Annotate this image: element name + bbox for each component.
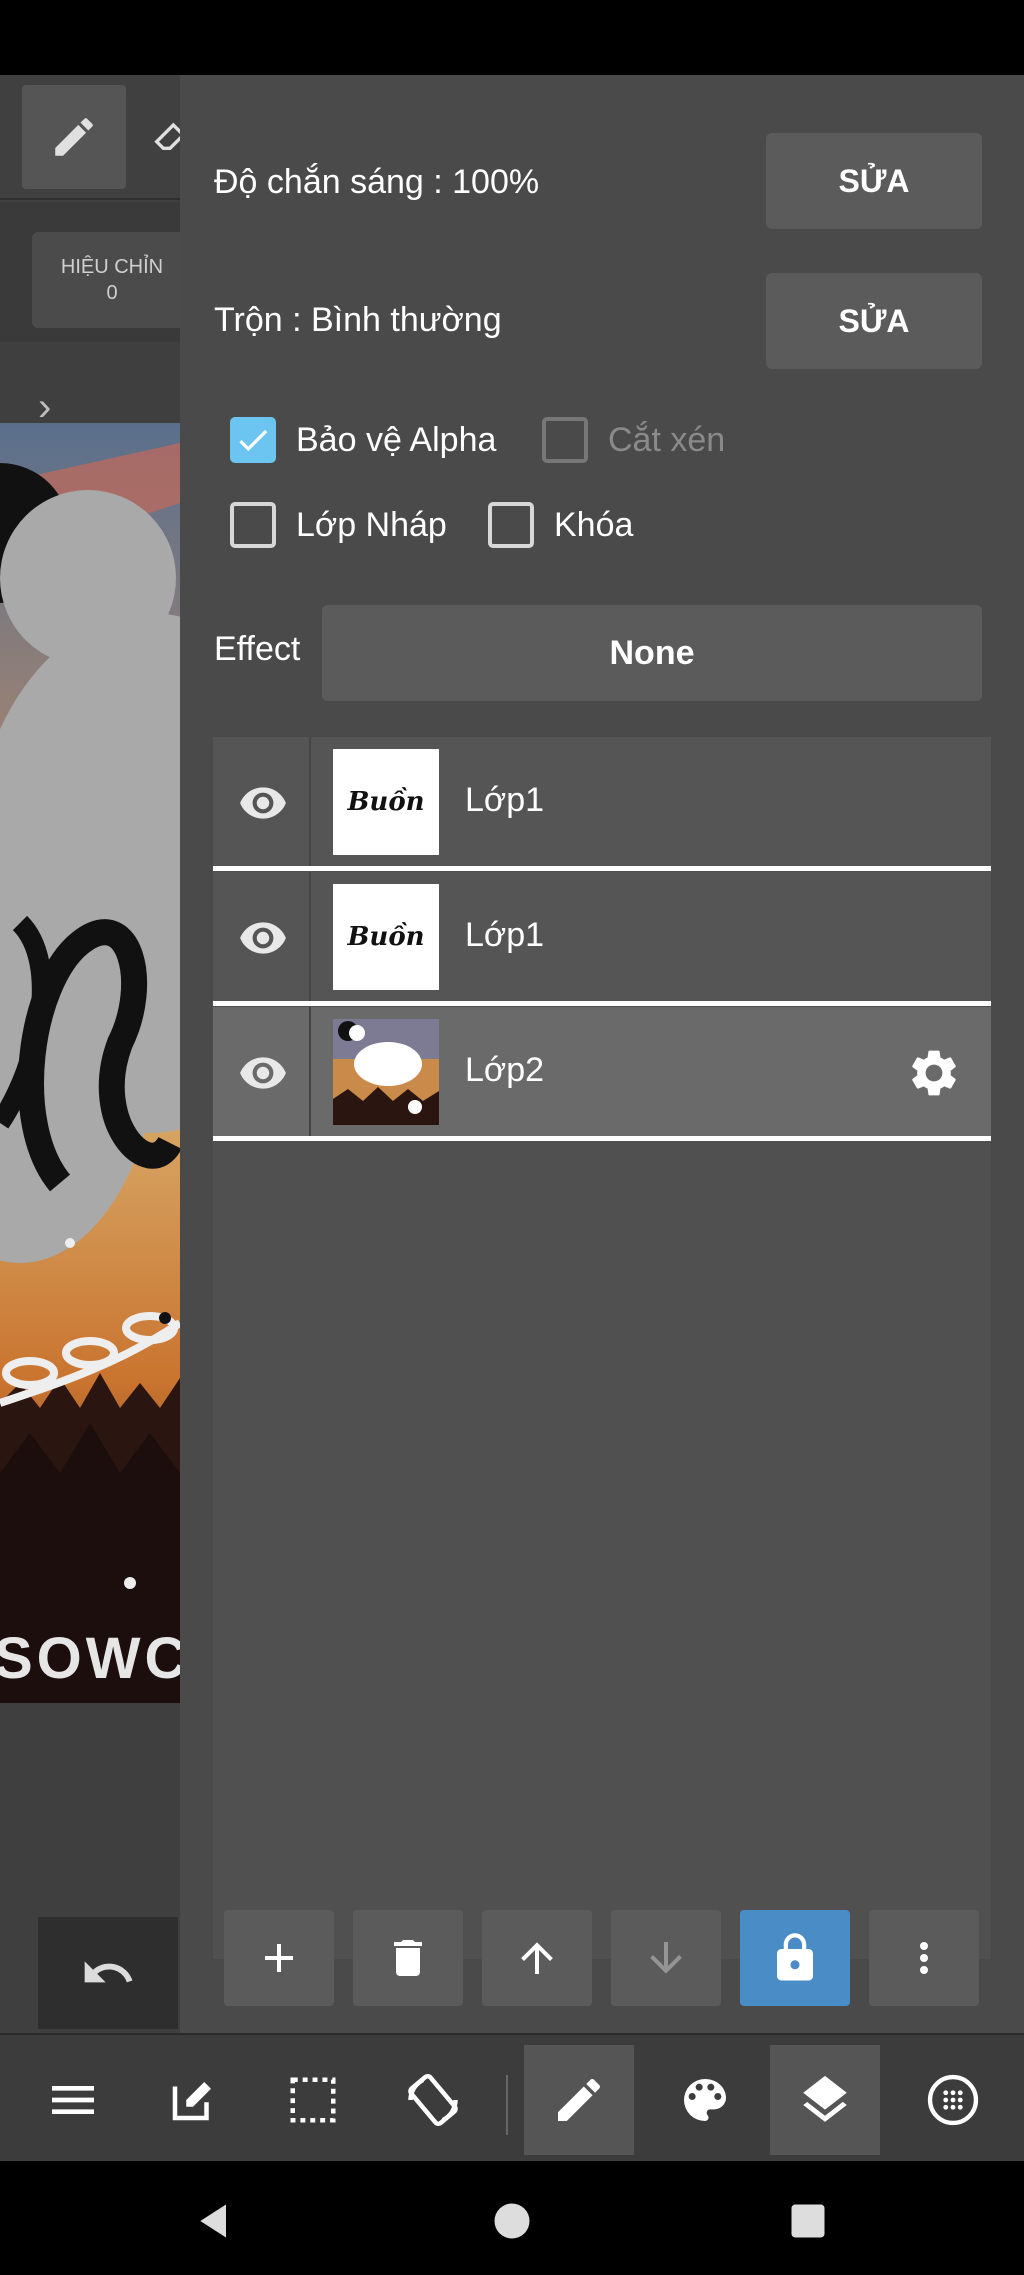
- eye-icon: [240, 787, 286, 819]
- gear-icon[interactable]: [906, 1045, 962, 1101]
- lock-layer-button[interactable]: [740, 1910, 850, 2006]
- layer-row-selected[interactable]: Lớp2: [213, 1007, 991, 1141]
- undo-button[interactable]: [38, 1917, 178, 2029]
- back-nav-button[interactable]: [185, 2191, 245, 2251]
- recents-nav-button[interactable]: [778, 2191, 838, 2251]
- effect-label: Effect: [214, 630, 301, 668]
- palette-icon: [684, 2079, 726, 2121]
- left-toolbar: [0, 75, 180, 200]
- brush-icon: [558, 2078, 601, 2121]
- layer-name: Lớp1: [465, 781, 545, 819]
- adjust-button[interactable]: HIỆU CHỈN 0: [32, 232, 180, 328]
- rotate-canvas-button[interactable]: [378, 2045, 488, 2155]
- thumbnail-text: Buồn: [347, 787, 425, 817]
- home-nav-button[interactable]: [482, 2191, 542, 2251]
- recents-square-icon: [791, 2204, 825, 2238]
- add-layer-button[interactable]: [224, 1910, 334, 2006]
- visibility-toggle[interactable]: [235, 1045, 291, 1101]
- checkbox-box: [230, 417, 276, 463]
- eye-icon: [240, 922, 286, 954]
- lock-icon: [777, 1933, 813, 1981]
- delete-layer-button[interactable]: [353, 1910, 463, 2006]
- undo-icon: [84, 1961, 133, 1983]
- effect-select-button[interactable]: None: [322, 605, 982, 701]
- arrow-up-icon: [521, 1942, 553, 1974]
- layer-divider: [309, 872, 311, 1002]
- alpha-protect-label: Bảo vệ Alpha: [296, 420, 497, 459]
- draft-layer-checkbox[interactable]: Lớp Nháp: [230, 502, 447, 548]
- clipping-checkbox: Cắt xén: [542, 417, 725, 463]
- brush-button[interactable]: [524, 2045, 634, 2155]
- material-icon: [927, 2074, 979, 2126]
- thumbnail-text: Buồn: [347, 922, 425, 952]
- layer-row[interactable]: Buồn Lớp1: [213, 872, 991, 1006]
- delete-icon: [394, 1940, 422, 1976]
- blend-label: Trộn : Bình thường: [214, 301, 502, 339]
- alpha-protect-checkbox[interactable]: Bảo vệ Alpha: [230, 417, 496, 463]
- pen-tool-button[interactable]: [22, 85, 126, 189]
- selection-icon: [290, 2077, 336, 2123]
- more-options-button[interactable]: [869, 1910, 979, 2006]
- blend-edit-button[interactable]: SỬA: [766, 273, 982, 369]
- canvas-artwork: SOWC: [0, 423, 180, 1703]
- more-vert-icon: [920, 1942, 928, 1974]
- rotate-icon: [408, 2074, 458, 2126]
- selection-button[interactable]: [258, 2045, 368, 2155]
- edit-button[interactable]: [138, 2045, 248, 2155]
- adjust-row: HIỆU CHỈN 0: [0, 202, 180, 342]
- visibility-toggle[interactable]: [235, 775, 291, 831]
- layer-thumbnail: Buồn: [333, 749, 439, 855]
- status-bar: [0, 0, 1024, 75]
- lock-checkbox[interactable]: Khóa: [488, 502, 633, 548]
- layer-list[interactable]: Buồn Lớp1 Buồn Lớp1 Lớp2: [213, 737, 991, 1959]
- visibility-toggle[interactable]: [235, 910, 291, 966]
- layer-name: Lớp1: [465, 916, 545, 954]
- menu-button[interactable]: [18, 2045, 128, 2155]
- menu-icon: [52, 2086, 94, 2114]
- eraser-icon[interactable]: [150, 115, 180, 155]
- move-layer-up-button[interactable]: [482, 1910, 592, 2006]
- checkbox-box: [542, 417, 588, 463]
- layer-thumbnail: Buồn: [333, 884, 439, 990]
- eye-icon: [240, 1057, 286, 1089]
- canvas-art-text: SOWC: [0, 1626, 180, 1691]
- bottom-toolbar: [0, 2033, 1024, 2161]
- layer-divider: [309, 1007, 311, 1137]
- canvas-area[interactable]: HIỆU CHỈN 0 › SOWC: [0, 75, 180, 2033]
- layer-divider: [309, 737, 311, 867]
- back-triangle-icon: [200, 2204, 226, 2238]
- adjust-value: 0: [106, 282, 118, 304]
- layer-separator: [213, 1001, 991, 1006]
- layer-name: Lớp2: [465, 1051, 545, 1089]
- system-nav-bar: [0, 2161, 1024, 2275]
- adjust-label: HIỆU CHỈN: [60, 256, 164, 278]
- draft-layer-label: Lớp Nháp: [296, 505, 447, 544]
- pen-icon: [55, 118, 93, 156]
- checkbox-box: [230, 502, 276, 548]
- toolbar-divider: [506, 2075, 508, 2135]
- layers-icon: [803, 2075, 847, 2122]
- layer-separator: [213, 1136, 991, 1141]
- clipping-label: Cắt xén: [608, 420, 726, 459]
- opacity-edit-button[interactable]: SỬA: [766, 133, 982, 229]
- opacity-label: Độ chắn sáng : 100%: [214, 163, 540, 201]
- layer-thumbnail: [333, 1019, 439, 1125]
- check-icon: [239, 429, 268, 452]
- checkbox-box: [488, 502, 534, 548]
- edit-icon: [172, 2082, 211, 2121]
- material-button[interactable]: [898, 2045, 1008, 2155]
- lock-label: Khóa: [554, 505, 634, 544]
- arrow-down-icon: [650, 1942, 682, 1974]
- layers-button[interactable]: [770, 2045, 880, 2155]
- layer-properties-panel: Độ chắn sáng : 100% SỬA Trộn : Bình thườ…: [180, 75, 1024, 2033]
- palette-button[interactable]: [650, 2045, 760, 2155]
- add-icon: [265, 1944, 293, 1972]
- layer-separator: [213, 866, 991, 871]
- home-circle-icon: [494, 2203, 530, 2239]
- move-layer-down-button[interactable]: [611, 1910, 721, 2006]
- layer-row[interactable]: Buồn Lớp1: [213, 737, 991, 871]
